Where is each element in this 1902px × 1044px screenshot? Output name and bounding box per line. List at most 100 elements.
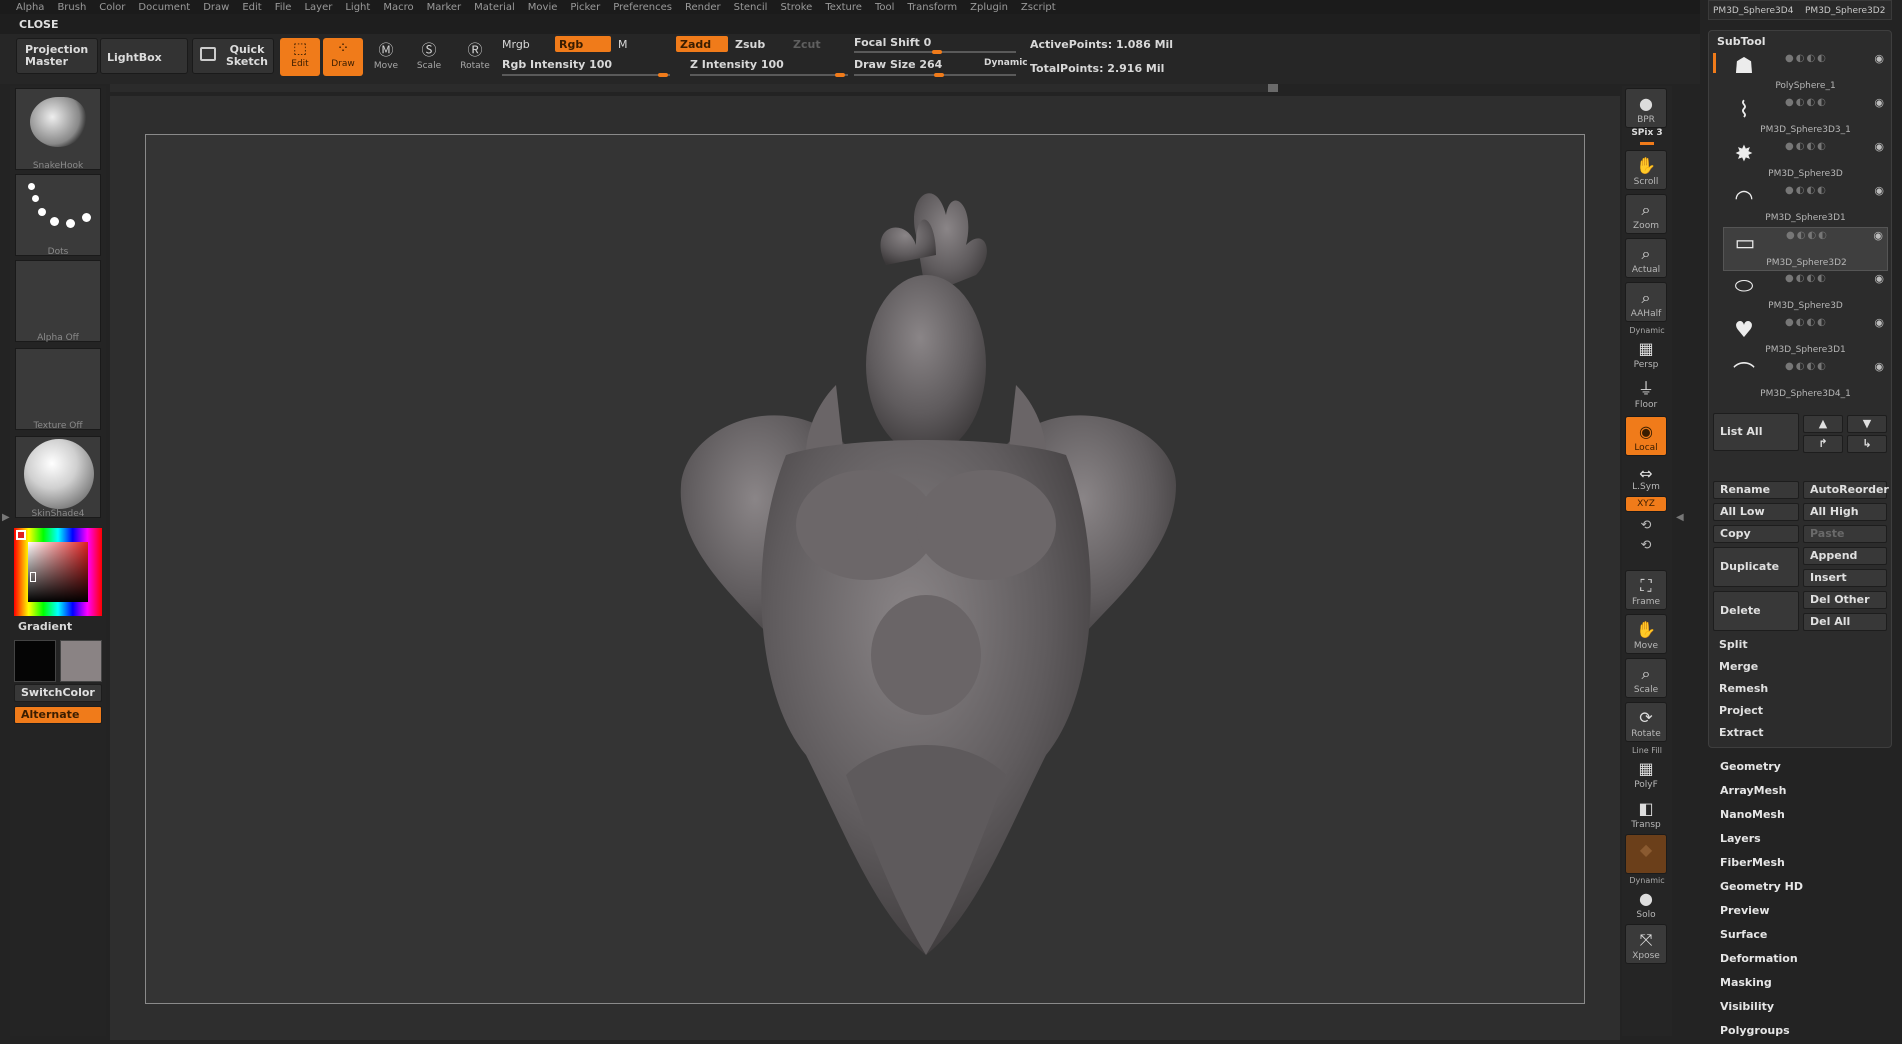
del-other-button[interactable]: Del Other	[1803, 591, 1887, 609]
subtool-item[interactable]: ♥ ●◐◐◐ ◉ PM3D_Sphere3D1	[1723, 315, 1888, 359]
actual-button[interactable]: ⌕ Actual	[1625, 238, 1667, 278]
menu-material[interactable]: Material	[474, 2, 515, 13]
project-button[interactable]: Project	[1713, 703, 1887, 721]
subtool-toggle-icons[interactable]: ●◐◐◐	[1785, 361, 1828, 372]
polyf-button[interactable]: ▦ PolyF	[1625, 754, 1667, 790]
menu-texture[interactable]: Texture	[825, 2, 862, 13]
menu-preview[interactable]: Preview	[1720, 904, 1770, 917]
menu-macro[interactable]: Macro	[383, 2, 413, 13]
rotate-y-icon[interactable]: ⟲	[1641, 518, 1652, 533]
menu-document[interactable]: Document	[138, 2, 190, 13]
alpha-selector[interactable]: Alpha Off	[15, 260, 101, 343]
menu-fibermesh[interactable]: FiberMesh	[1720, 856, 1785, 869]
menu-geometry[interactable]: Geometry	[1720, 760, 1781, 773]
menu-picker[interactable]: Picker	[570, 2, 600, 13]
collapse-right-arrow-icon[interactable]: ◀	[1676, 512, 1684, 523]
menu-edit[interactable]: Edit	[242, 2, 261, 13]
menu-geometry-hd[interactable]: Geometry HD	[1720, 880, 1803, 893]
menu-preferences[interactable]: Preferences	[613, 2, 672, 13]
menu-stroke[interactable]: Stroke	[780, 2, 812, 13]
zadd-button[interactable]: Zadd	[676, 36, 728, 52]
xyz-button[interactable]: XYZ	[1625, 496, 1667, 512]
zoom-button[interactable]: ⌕ Zoom	[1625, 194, 1667, 234]
eye-icon[interactable]: ◉	[1874, 96, 1884, 109]
menu-zscript[interactable]: Zscript	[1021, 2, 1056, 13]
insert-button[interactable]: Insert	[1803, 569, 1887, 587]
canvas-frame[interactable]	[145, 134, 1585, 1004]
menu-arraymesh[interactable]: ArrayMesh	[1720, 784, 1786, 797]
rotate-z-icon[interactable]: ⟲	[1641, 538, 1652, 553]
subtool-toggle-icons[interactable]: ●◐◐◐	[1785, 185, 1828, 196]
subtool-toggle-icons[interactable]: ●◐◐◐	[1786, 230, 1829, 241]
stroke-selector[interactable]: Dots	[15, 174, 101, 257]
draw-button[interactable]: ⁘ Draw	[323, 38, 363, 76]
subtool-item[interactable]: ⌒ ●◐◐◐ ◉ PM3D_Sphere3D4_1	[1723, 359, 1888, 403]
eye-icon[interactable]: ◉	[1873, 229, 1883, 242]
subtool-title[interactable]: SubTool	[1717, 35, 1766, 48]
menu-brush[interactable]: Brush	[57, 2, 86, 13]
subtool-toggle-icons[interactable]: ●◐◐◐	[1785, 141, 1828, 152]
menu-tool[interactable]: Tool	[875, 2, 894, 13]
subtool-item[interactable]: ☗ ●◐◐◐ ◉ PolySphere_1	[1723, 51, 1888, 95]
menu-draw[interactable]: Draw	[203, 2, 229, 13]
m-button[interactable]: M	[618, 38, 628, 51]
menu-color[interactable]: Color	[99, 2, 125, 13]
material-selector[interactable]: SkinShade4	[15, 436, 101, 519]
z-intensity-knob[interactable]	[835, 73, 845, 77]
subtool-toggle-icons[interactable]: ●◐◐◐	[1785, 97, 1828, 108]
del-all-button[interactable]: Del All	[1803, 613, 1887, 631]
alternate-button[interactable]: Alternate	[14, 706, 102, 724]
subtool-scroll-indicator[interactable]	[1713, 53, 1716, 73]
sculpt-model[interactable]	[146, 135, 1586, 1005]
menu-layers[interactable]: Layers	[1720, 832, 1761, 845]
move-button[interactable]: Ⓜ Move	[366, 40, 406, 71]
scrollbar-thumb[interactable]	[1268, 84, 1278, 92]
projection-master-button[interactable]: Projection Master	[16, 38, 98, 74]
lightbox-button[interactable]: LightBox	[100, 38, 188, 74]
eye-icon[interactable]: ◉	[1874, 360, 1884, 373]
move-down-button[interactable]: ▼	[1847, 415, 1887, 433]
saturation-square[interactable]	[28, 542, 88, 602]
menu-file[interactable]: File	[275, 2, 292, 13]
extract-button[interactable]: Extract	[1713, 725, 1887, 743]
frame-button[interactable]: ⛶ Frame	[1625, 570, 1667, 610]
shelf-rotate-button[interactable]: ⟳ Rotate	[1625, 702, 1667, 742]
move-branch-down-button[interactable]: ↳	[1847, 435, 1887, 453]
menu-polygroups[interactable]: Polygroups	[1720, 1024, 1790, 1037]
subtool-item[interactable]: ⌇ ●◐◐◐ ◉ PM3D_Sphere3D3_1	[1723, 95, 1888, 139]
secondary-color-swatch[interactable]	[60, 640, 102, 682]
quick-tab-2[interactable]: PM3D_Sphere3D2	[1805, 6, 1885, 16]
remesh-button[interactable]: Remesh	[1713, 681, 1887, 699]
close-button[interactable]: CLOSE	[19, 18, 58, 31]
switchcolor-button[interactable]: SwitchColor	[14, 684, 102, 702]
draw-size-knob[interactable]	[934, 73, 944, 77]
scroll-button[interactable]: ✋ Scroll	[1625, 150, 1667, 190]
menu-light[interactable]: Light	[345, 2, 370, 13]
menu-transform[interactable]: Transform	[907, 2, 957, 13]
zcut-button[interactable]: Zcut	[793, 38, 821, 51]
persp-button[interactable]: ▦ Persp	[1625, 334, 1667, 370]
local-button[interactable]: ◉ Local	[1625, 416, 1667, 456]
menu-nanomesh[interactable]: NanoMesh	[1720, 808, 1785, 821]
menu-masking[interactable]: Masking	[1720, 976, 1772, 989]
subtool-item[interactable]: ▭ ●◐◐◐ ◉ PM3D_Sphere3D2	[1723, 227, 1888, 271]
eye-icon[interactable]: ◉	[1874, 316, 1884, 329]
spix-slider[interactable]	[1640, 142, 1654, 145]
subtool-toggle-icons[interactable]: ●◐◐◐	[1785, 273, 1828, 284]
menu-marker[interactable]: Marker	[427, 2, 462, 13]
delete-button[interactable]: Delete	[1713, 591, 1799, 631]
quick-tab-1[interactable]: PM3D_Sphere3D4	[1713, 6, 1793, 16]
menu-visibility[interactable]: Visibility	[1720, 1000, 1774, 1013]
autoreorder-button[interactable]: AutoReorder	[1803, 481, 1889, 499]
scale-button[interactable]: Ⓢ Scale	[409, 40, 449, 71]
append-button[interactable]: Append	[1803, 547, 1887, 565]
solo-button[interactable]: ● Solo	[1625, 884, 1667, 920]
rgb-intensity-slider[interactable]	[502, 74, 670, 76]
dynamic-button[interactable]: Dynamic	[984, 58, 1028, 68]
menu-stencil[interactable]: Stencil	[734, 2, 768, 13]
bpr-button[interactable]: ● BPR	[1625, 88, 1667, 128]
rotate-button[interactable]: Ⓡ Rotate	[455, 40, 495, 71]
subtool-item[interactable]: ◠ ●◐◐◐ ◉ PM3D_Sphere3D1	[1723, 183, 1888, 227]
collapse-left-arrow-icon[interactable]: ▶	[2, 512, 10, 523]
menu-layer[interactable]: Layer	[304, 2, 332, 13]
